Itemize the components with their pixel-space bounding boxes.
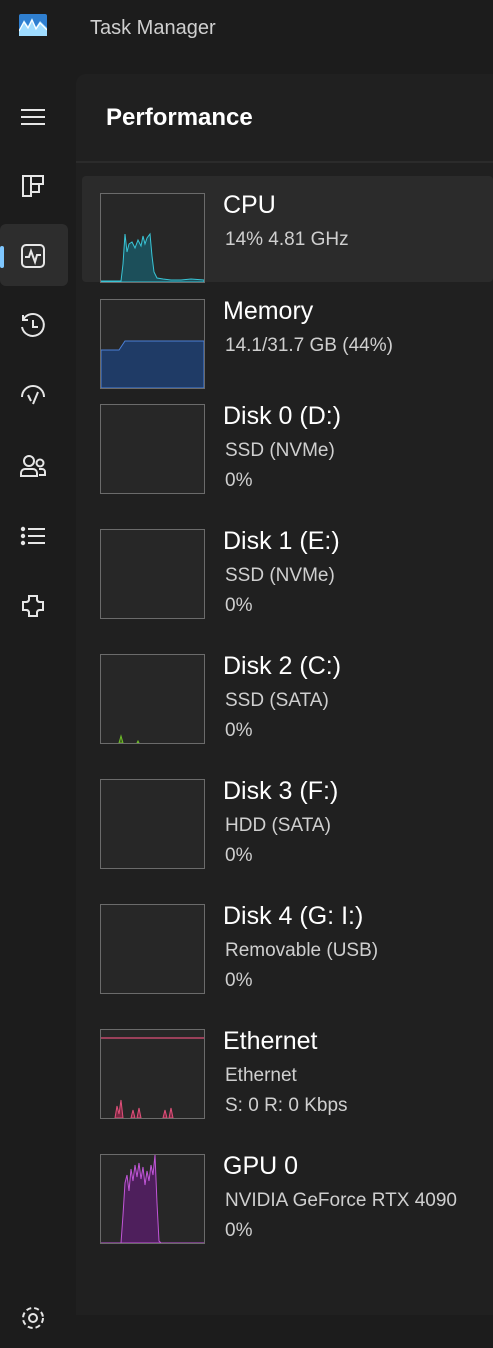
disk-2-type: SSD (SATA) — [225, 690, 329, 711]
perf-item-memory[interactable]: Memory 14.1/31.7 GB (44%) — [82, 282, 493, 389]
disk-2-name: Disk 2 (C:) — [223, 652, 342, 680]
gpu-0-name: GPU 0 — [223, 1152, 299, 1180]
disk-1-graph — [100, 529, 205, 619]
nav-item-services[interactable] — [0, 574, 68, 636]
hamburger-menu-icon — [21, 109, 45, 125]
disk-4-graph — [100, 904, 205, 994]
disk-3-type: HDD (SATA) — [225, 815, 331, 836]
disk-4-usage: 0% — [225, 970, 253, 991]
perf-item-disk-0[interactable]: Disk 0 (D:) SSD (NVMe) 0% — [82, 387, 493, 494]
nav-item-users[interactable] — [0, 434, 68, 496]
cpu-usage: 14% 4.81 GHz — [225, 229, 349, 250]
disk-0-type: SSD (NVMe) — [225, 440, 335, 461]
gpu-0-usage: 0% — [225, 1220, 253, 1241]
disk-1-usage: 0% — [225, 595, 253, 616]
performance-icon — [21, 244, 45, 268]
window-title: Task Manager — [90, 17, 216, 39]
disk-1-type: SSD (NVMe) — [225, 565, 335, 586]
ethernet-throughput: S: 0 R: 0 Kbps — [225, 1095, 348, 1116]
gpu-0-graph — [100, 1154, 205, 1244]
gpu-0-model: NVIDIA GeForce RTX 4090 — [225, 1190, 457, 1211]
nav-item-startup-apps[interactable] — [0, 364, 68, 426]
perf-item-gpu-0[interactable]: GPU 0 NVIDIA GeForce RTX 4090 0% — [82, 1137, 493, 1244]
disk-0-usage: 0% — [225, 470, 253, 491]
memory-graph — [100, 299, 205, 389]
disk-3-graph — [100, 779, 205, 869]
cpu-graph — [100, 193, 205, 283]
title-bar: Task Manager — [0, 0, 493, 58]
startup-apps-icon — [21, 385, 45, 405]
settings-button[interactable] — [0, 1286, 68, 1348]
disk-4-name: Disk 4 (G: I:) — [223, 902, 364, 930]
settings-icon — [22, 1307, 44, 1329]
services-icon — [22, 595, 44, 617]
nav-sidebar — [0, 58, 76, 1329]
header-divider — [76, 161, 493, 163]
perf-item-disk-3[interactable]: Disk 3 (F:) HDD (SATA) 0% — [82, 762, 493, 869]
disk-3-name: Disk 3 (F:) — [223, 777, 339, 805]
users-icon — [20, 455, 46, 477]
disk-0-name: Disk 0 (D:) — [223, 402, 342, 430]
nav-item-performance[interactable] — [0, 224, 68, 286]
disk-1-name: Disk 1 (E:) — [223, 527, 340, 555]
processes-icon — [22, 175, 44, 197]
disk-3-usage: 0% — [225, 845, 253, 866]
ethernet-graph — [100, 1029, 205, 1119]
nav-item-processes[interactable] — [0, 154, 68, 216]
perf-item-disk-2[interactable]: Disk 2 (C:) SSD (SATA) 0% — [82, 637, 493, 744]
perf-item-disk-4[interactable]: Disk 4 (G: I:) Removable (USB) 0% — [82, 887, 493, 994]
nav-item-app-history[interactable] — [0, 294, 68, 356]
disk-2-usage: 0% — [225, 720, 253, 741]
perf-item-cpu[interactable]: CPU 14% 4.81 GHz — [82, 176, 493, 283]
disk-4-type: Removable (USB) — [225, 940, 379, 961]
nav-item-details[interactable] — [0, 504, 68, 566]
ethernet-type: Ethernet — [225, 1065, 297, 1086]
page-title: Performance — [106, 104, 253, 131]
perf-item-ethernet[interactable]: Ethernet Ethernet S: 0 R: 0 Kbps — [82, 1012, 493, 1119]
memory-usage: 14.1/31.7 GB (44%) — [225, 335, 393, 356]
ethernet-name: Ethernet — [223, 1027, 318, 1055]
cpu-name: CPU — [223, 191, 276, 219]
perf-item-disk-1[interactable]: Disk 1 (E:) SSD (NVMe) 0% — [82, 512, 493, 619]
task-manager-logo — [19, 14, 47, 36]
memory-name: Memory — [223, 297, 314, 325]
main-panel: Performance CPU 14% 4.81 GHz Memory 14.1… — [76, 74, 493, 1315]
disk-2-graph — [100, 654, 205, 744]
hamburger-menu-button[interactable] — [0, 85, 68, 147]
disk-0-graph — [100, 404, 205, 494]
app-history-icon — [21, 313, 45, 337]
details-icon — [20, 526, 45, 546]
